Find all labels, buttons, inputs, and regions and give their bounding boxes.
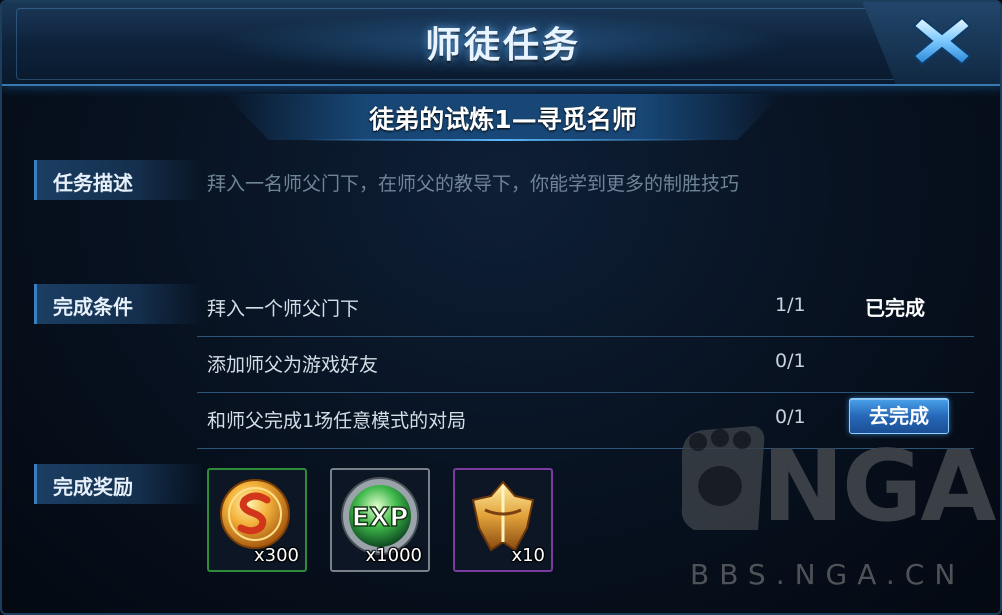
rewards-label: 完成奖励: [34, 464, 204, 504]
reward-item-exp[interactable]: EXP x1000: [330, 468, 430, 572]
condition-row-1: 拜入一个师父门下 1/1 已完成: [197, 280, 974, 337]
description-label-text: 任务描述: [53, 171, 133, 195]
condition-text: 添加师父为游戏好友: [207, 354, 379, 376]
task-subtitle: 徒弟的试炼1—寻觅名师: [369, 105, 637, 134]
close-button[interactable]: [910, 12, 974, 70]
rewards-label-text: 完成奖励: [53, 475, 133, 499]
condition-progress: 0/1: [775, 350, 806, 372]
reward-count: x10: [511, 545, 545, 566]
condition-text: 和师父完成1场任意模式的对局: [207, 410, 467, 432]
watermark-url: BBS.NGA.CN: [690, 558, 966, 591]
condition-text: 拜入一个师父门下: [207, 298, 360, 320]
condition-progress: 1/1: [775, 294, 806, 316]
description-text: 拜入一名师父门下，在师父的教导下，你能学到更多的制胜技巧: [207, 173, 740, 195]
title-bar: 师徒任务: [2, 2, 1000, 86]
description-label: 任务描述: [34, 160, 204, 200]
task-dialog: 师徒任务 徒弟的试炼1—寻觅名师 任务描述 拜入一名师父门下，在师父的教导下，你…: [0, 0, 1002, 615]
conditions-label: 完成条件: [34, 284, 204, 324]
reward-count: x300: [253, 545, 299, 566]
reward-item-helmet[interactable]: x10: [453, 468, 553, 572]
watermark-brand: NGA: [762, 430, 996, 544]
subtitle-underline: [302, 139, 704, 141]
reward-count: x1000: [365, 545, 422, 566]
page-title: 师徒任务: [424, 25, 581, 66]
condition-row-2: 添加师父为游戏好友 0/1: [197, 336, 974, 393]
svg-text:EXP: EXP: [352, 503, 409, 533]
close-x-icon: [912, 16, 972, 66]
condition-completed-status: 已完成: [865, 296, 925, 320]
conditions-label-text: 完成条件: [53, 295, 133, 319]
reward-item-gold[interactable]: x300: [207, 468, 307, 572]
